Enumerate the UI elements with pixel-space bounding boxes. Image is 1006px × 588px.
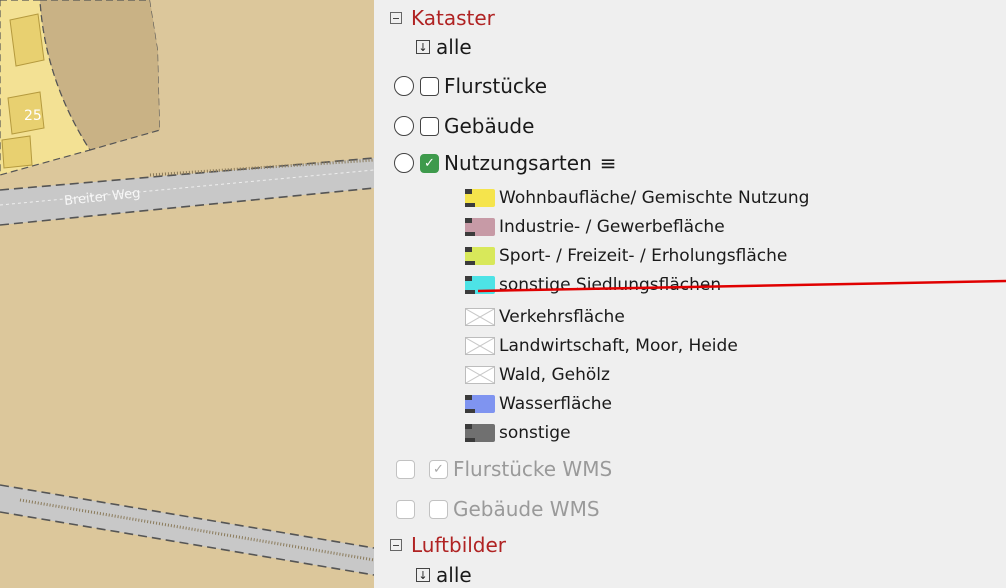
legend-swatch [465,276,495,294]
layer-gebaeude[interactable]: Gebäude [394,112,534,140]
all-label: alle [436,35,472,59]
legend-swatch [465,189,495,207]
radio-button[interactable] [394,153,414,173]
luftbilder-all[interactable]: ↓ alle [416,562,472,588]
collapse-icon[interactable] [390,12,402,24]
kataster-all[interactable]: ↓ alle [416,34,472,60]
legend-item: sonstige [465,422,571,444]
radio-button[interactable] [394,116,414,136]
group-title: Luftbilder [411,533,507,557]
layer-label: Nutzungsarten [444,151,592,175]
legend-item: Wasserfläche [465,393,612,415]
legend-swatch [465,424,495,442]
layer-flurstuecke-wms[interactable]: ✓ Flurstücke WMS [396,455,612,483]
legend-swatch-empty [465,366,495,384]
legend-item: Industrie- / Gewerbefläche [465,216,725,238]
legend-label: Wald, Gehölz [499,365,610,385]
layer-gebaeude-wms[interactable]: Gebäude WMS [396,495,600,523]
map-canvas [0,0,374,588]
legend-item: Wohnbaufläche/ Gemischte Nutzung [465,187,809,209]
layer-panel: Kataster ↓ alle Flurstücke Gebäude ✓ Nut… [374,0,1006,588]
checkbox-disabled[interactable] [396,499,415,519]
group-title: Kataster [411,6,495,30]
layer-label: Flurstücke WMS [453,457,613,481]
all-label: alle [436,563,472,587]
legend-label: sonstige [499,423,571,443]
download-icon[interactable]: ↓ [416,568,430,582]
layer-flurstuecke[interactable]: Flurstücke [394,72,547,100]
legend-swatch [465,395,495,413]
legend-label: Industrie- / Gewerbefläche [499,217,725,237]
legend-swatch-empty [465,337,495,355]
legend-label: Wasserfläche [499,394,613,414]
legend-label: sonstige Siedlungsflächen [499,275,722,295]
legend-item: sonstige Siedlungsflächen [465,274,721,296]
radio-button[interactable] [394,76,414,96]
download-icon[interactable]: ↓ [416,40,430,54]
legend-swatch [465,247,495,265]
legend-swatch-empty [465,308,495,326]
map-view[interactable]: Breiter Weg 25 [0,0,374,588]
legend-label: Landwirtschaft, Moor, Heide [499,336,738,356]
legend-label: Verkehrsfläche [499,307,625,327]
checkbox[interactable] [420,116,439,136]
group-luftbilder[interactable]: Luftbilder [390,532,506,558]
group-kataster[interactable]: Kataster [390,5,495,31]
legend-item: Verkehrsfläche [465,306,625,328]
layer-label: Gebäude WMS [453,497,600,521]
legend-item: Wald, Gehölz [465,364,610,386]
legend-item: Landwirtschaft, Moor, Heide [465,335,738,357]
checkbox-disabled-checked[interactable]: ✓ [429,459,448,479]
checkbox-disabled[interactable] [396,459,415,479]
checkbox-disabled[interactable] [429,499,448,519]
legend-label: Wohnbaufläche/ Gemischte Nutzung [499,188,810,208]
layer-label: Gebäude [444,114,535,138]
checkbox[interactable] [420,76,439,96]
legend-label: Sport- / Freizeit- / Erholungsfläche [499,246,788,266]
hamburger-menu-icon[interactable]: ≡ [600,153,617,173]
layer-label: Flurstücke [444,74,548,98]
legend-swatch [465,218,495,236]
layer-nutzungsarten[interactable]: ✓ Nutzungsarten ≡ [394,149,617,177]
house-number: 25 [24,108,42,124]
collapse-icon[interactable] [390,539,402,551]
checkbox-checked[interactable]: ✓ [420,153,439,173]
legend-item: Sport- / Freizeit- / Erholungsfläche [465,245,787,267]
